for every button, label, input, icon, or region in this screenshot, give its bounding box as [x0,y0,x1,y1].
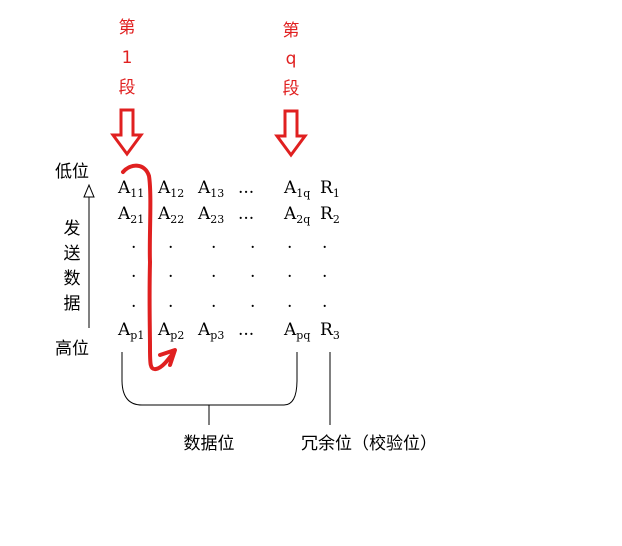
cell-r2: R2 [320,204,340,226]
data-bits-label: 数据位 [184,434,235,454]
segment-last-line1: 第 [283,21,300,41]
cell-a22: A22 [157,204,184,226]
dot: . [250,233,255,253]
cell-a12: A12 [157,178,184,200]
cell-ellipsis-1: ... [238,178,254,198]
cell-a21: A21 [117,204,144,226]
dot: . [131,262,136,282]
send-label-char-2: 送 [64,244,81,264]
send-label-char-4: 据 [64,294,81,314]
cell-a23: A23 [197,204,224,226]
dot: . [287,292,292,312]
dot: . [168,262,173,282]
cell-ap3: Ap3 [197,320,224,342]
cell-r3: R3 [320,320,340,342]
diagram-svg: 第 1 段 第 q 段 低位 高位 发 送 数 据 A11 A12 A13 ..… [55,18,437,454]
dot: . [211,262,216,282]
dot: . [131,292,136,312]
segment-last-arrow-icon [274,109,308,158]
cell-ap1: Ap1 [117,320,144,342]
high-bit-label: 高位 [55,339,89,359]
cell-apq: Apq [283,320,310,342]
dot: . [250,262,255,282]
cell-a1q: A1q [283,178,310,200]
dot: . [211,233,216,253]
segment-first-line3: 段 [119,78,136,98]
cell-a13: A13 [197,178,224,200]
dot: . [168,292,173,312]
cell-a11: A11 [117,178,144,200]
low-bit-label: 低位 [55,162,89,182]
dot: . [287,262,292,282]
send-label-char-3: 数 [64,269,81,289]
send-label-char-1: 发 [64,219,81,239]
dot: . [322,292,327,312]
up-arrow-icon [83,183,95,198]
segment-first-arrow-icon [110,108,144,157]
dot: . [250,292,255,312]
dot: . [287,233,292,253]
redundant-bits-label: 冗余位（校验位） [301,434,437,454]
data-bits-brace [121,352,298,425]
cell-a2q: A2q [283,204,310,226]
cell-r1: R1 [320,178,340,200]
segment-first-line2: 1 [122,48,133,68]
encoding-diagram: 第 1 段 第 q 段 低位 高位 发 送 数 据 A11 A12 A13 ..… [0,0,622,546]
segment-last-line3: 段 [283,79,300,99]
segment-first-label: 第 1 段 [119,18,136,98]
cell-ellipsis-2: ... [238,204,254,224]
vertical-dots: . . . . . . . . . . . . . . . . . . [131,233,327,312]
dot: . [168,233,173,253]
cell-ap2: Ap2 [157,320,184,342]
segment-last-label: 第 q 段 [283,21,300,99]
cell-ellipsis-p: ... [238,320,254,340]
dot: . [211,292,216,312]
dot: . [322,233,327,253]
dot: . [322,262,327,282]
dot: . [131,233,136,253]
segment-last-line2: q [286,49,297,69]
segment-first-line1: 第 [119,18,136,38]
